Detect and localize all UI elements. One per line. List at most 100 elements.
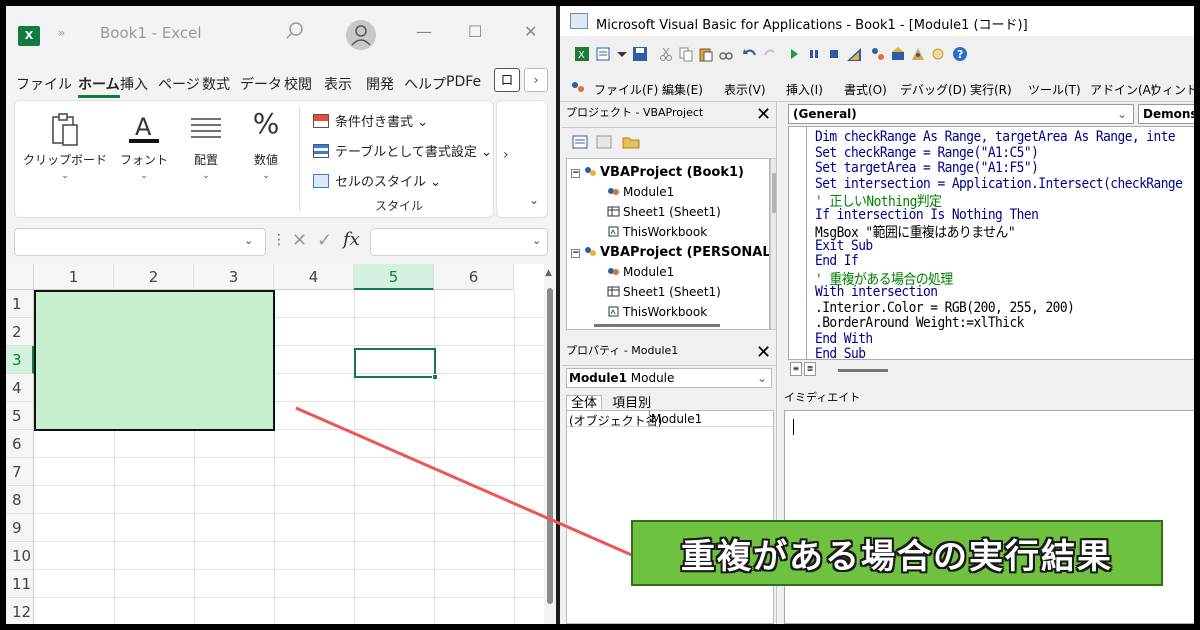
find-icon[interactable] [718,46,734,62]
insert-module-icon[interactable] [596,46,612,62]
row-header[interactable]: 5 [6,402,34,430]
full-module-view-button[interactable]: ≣ [804,362,816,376]
quick-access-more[interactable]: » [58,26,65,40]
stop-icon[interactable] [826,46,842,62]
column-header[interactable]: 1 [34,264,114,290]
project-pane-close-icon[interactable]: ✕ [756,104,771,125]
dropdown-caret-icon[interactable] [614,46,630,62]
font-group[interactable]: A フォント ⌄ [115,101,173,219]
code-line[interactable]: .Interior.Color = RGB(200, 255, 200) [815,300,1075,316]
project-tree-hscroll-thumb[interactable] [594,324,720,327]
project-tree-node[interactable]: Module1 [607,185,674,199]
property-row-name[interactable]: (オブジェクト名) Module1 [567,411,773,428]
row-header[interactable]: 3 [6,346,34,374]
project-tree-node[interactable]: Sheet1 (Sheet1) [607,205,721,219]
tab-8[interactable]: 表示 [324,74,352,94]
menu-item-6[interactable]: デバッグ(D) [900,81,967,98]
clipboard-group[interactable]: クリップボード ⌄ [15,101,115,219]
row-header[interactable]: 1 [6,290,34,318]
tab-7[interactable]: 校閲 [284,74,312,94]
project-tree-node[interactable]: ThisWorkbook [607,225,707,239]
column-header[interactable]: 3 [194,264,274,290]
collapse-toggle-icon[interactable]: − [571,169,580,178]
tab-3[interactable]: 挿入 [120,74,148,94]
code-line[interactable]: If intersection Is Nothing Then [815,207,1039,223]
code-line[interactable]: With intersection [815,284,938,300]
maximize-button[interactable]: ☐ [468,22,482,41]
view-code-icon[interactable] [572,134,590,150]
code-line[interactable]: .BorderAround Weight:=xlThick [815,315,1024,331]
immediate-window-input[interactable] [784,410,1194,624]
help-icon[interactable]: ? [952,46,968,62]
procedure-view-button[interactable]: ≡ [790,362,802,376]
menu-item-4[interactable]: 挿入(I) [786,81,823,98]
select-all-corner[interactable] [6,264,34,290]
cancel-icon[interactable]: ✕ [292,230,307,251]
project-tree-node[interactable]: ThisWorkbook [607,305,707,319]
column-header[interactable]: 5 [354,264,434,290]
minimize-button[interactable]: — [416,22,432,41]
ribbon-expand-icon[interactable]: › [503,147,509,163]
menu-item-7[interactable]: 実行(R) [970,81,1012,98]
scroll-thumb[interactable] [547,288,553,604]
code-line[interactable]: Set targetArea = Range("A1:F5") [815,160,1039,176]
project-tree[interactable]: − VBAProject (Book1) Module1 Sheet1 (Sheet1… [566,158,770,330]
vba-doc-icon[interactable] [570,79,586,95]
active-cell[interactable] [354,348,436,378]
property-value[interactable]: Module1 [651,412,702,426]
toggle-folders-icon[interactable] [622,134,640,150]
tab-9[interactable]: 開発 [366,74,394,94]
insert-function-icon[interactable]: fx [343,229,360,250]
object-combo[interactable]: (General) ⌄ [788,104,1134,124]
column-header[interactable]: 2 [114,264,194,290]
cut-icon[interactable] [658,46,674,62]
tab-2[interactable]: ホーム [78,74,120,98]
copy-icon[interactable] [678,46,694,62]
collapse-toggle-icon[interactable]: − [571,249,580,258]
procedure-combo[interactable]: Demonstra [1138,104,1194,124]
name-box-caret-icon[interactable]: ⌄ [244,234,253,247]
row-header[interactable]: 10 [6,542,34,570]
tab-11[interactable]: PDFe [446,74,481,90]
object-browser-icon[interactable] [910,46,926,62]
tab-categorized[interactable]: 項目別 [606,396,657,411]
fill-handle[interactable] [432,374,438,380]
tab-alphabetic[interactable]: 全体 [566,395,603,411]
run-icon[interactable] [786,46,802,62]
project-explorer-icon[interactable] [870,46,886,62]
toolbox-icon[interactable] [930,46,946,62]
menu-item-1[interactable]: ファイル(F) [594,81,658,98]
menu-item-3[interactable]: 表示(V) [724,81,766,98]
view-excel-icon[interactable]: X [574,46,590,62]
code-hscroll-thumb[interactable] [838,369,888,372]
design-mode-icon[interactable] [846,46,862,62]
cell-style-button[interactable]: セルのスタイル ⌄ [313,171,441,190]
tab-6[interactable]: データ [240,74,282,94]
menu-item-10[interactable]: ウィンドウ [1150,81,1194,98]
comment-button[interactable]: 口 [494,68,520,92]
name-box[interactable] [14,228,266,256]
paste-icon[interactable] [698,46,714,62]
project-tree-node[interactable]: Sheet1 (Sheet1) [607,285,721,299]
tab-1[interactable]: ファイル [16,74,72,94]
formula-input[interactable] [370,228,548,256]
code-line[interactable]: Exit Sub [815,238,873,254]
redo-icon[interactable] [762,46,778,62]
menu-item-9[interactable]: アドイン(A) [1090,81,1156,98]
account-avatar-icon[interactable] [346,20,376,50]
row-header[interactable]: 7 [6,458,34,486]
code-line[interactable]: Set checkRange = Range("A1:C5") [815,145,1039,161]
tab-10[interactable]: ヘルプ [404,74,446,94]
properties-icon[interactable] [890,46,906,62]
tab-4[interactable]: ページ [158,74,200,94]
worksheet-grid[interactable]: 1 2 3 4 5 6 1 2 3 4 5 6 7 8 9 10 11 12 [6,264,544,624]
tabs-scroll-right-button[interactable]: › [524,68,548,92]
properties-object-combo[interactable]: Module1 Module ⌄ [566,368,772,388]
scroll-up-icon[interactable]: ▲ [545,268,552,278]
format-as-table-button[interactable]: テーブルとして書式設定 ⌄ [313,141,492,160]
row-header[interactable]: 9 [6,514,34,542]
column-header[interactable]: 6 [434,264,514,290]
row-header[interactable]: 11 [6,570,34,598]
row-header[interactable]: 4 [6,374,34,402]
number-group[interactable]: % 数値 ⌄ [237,101,295,219]
